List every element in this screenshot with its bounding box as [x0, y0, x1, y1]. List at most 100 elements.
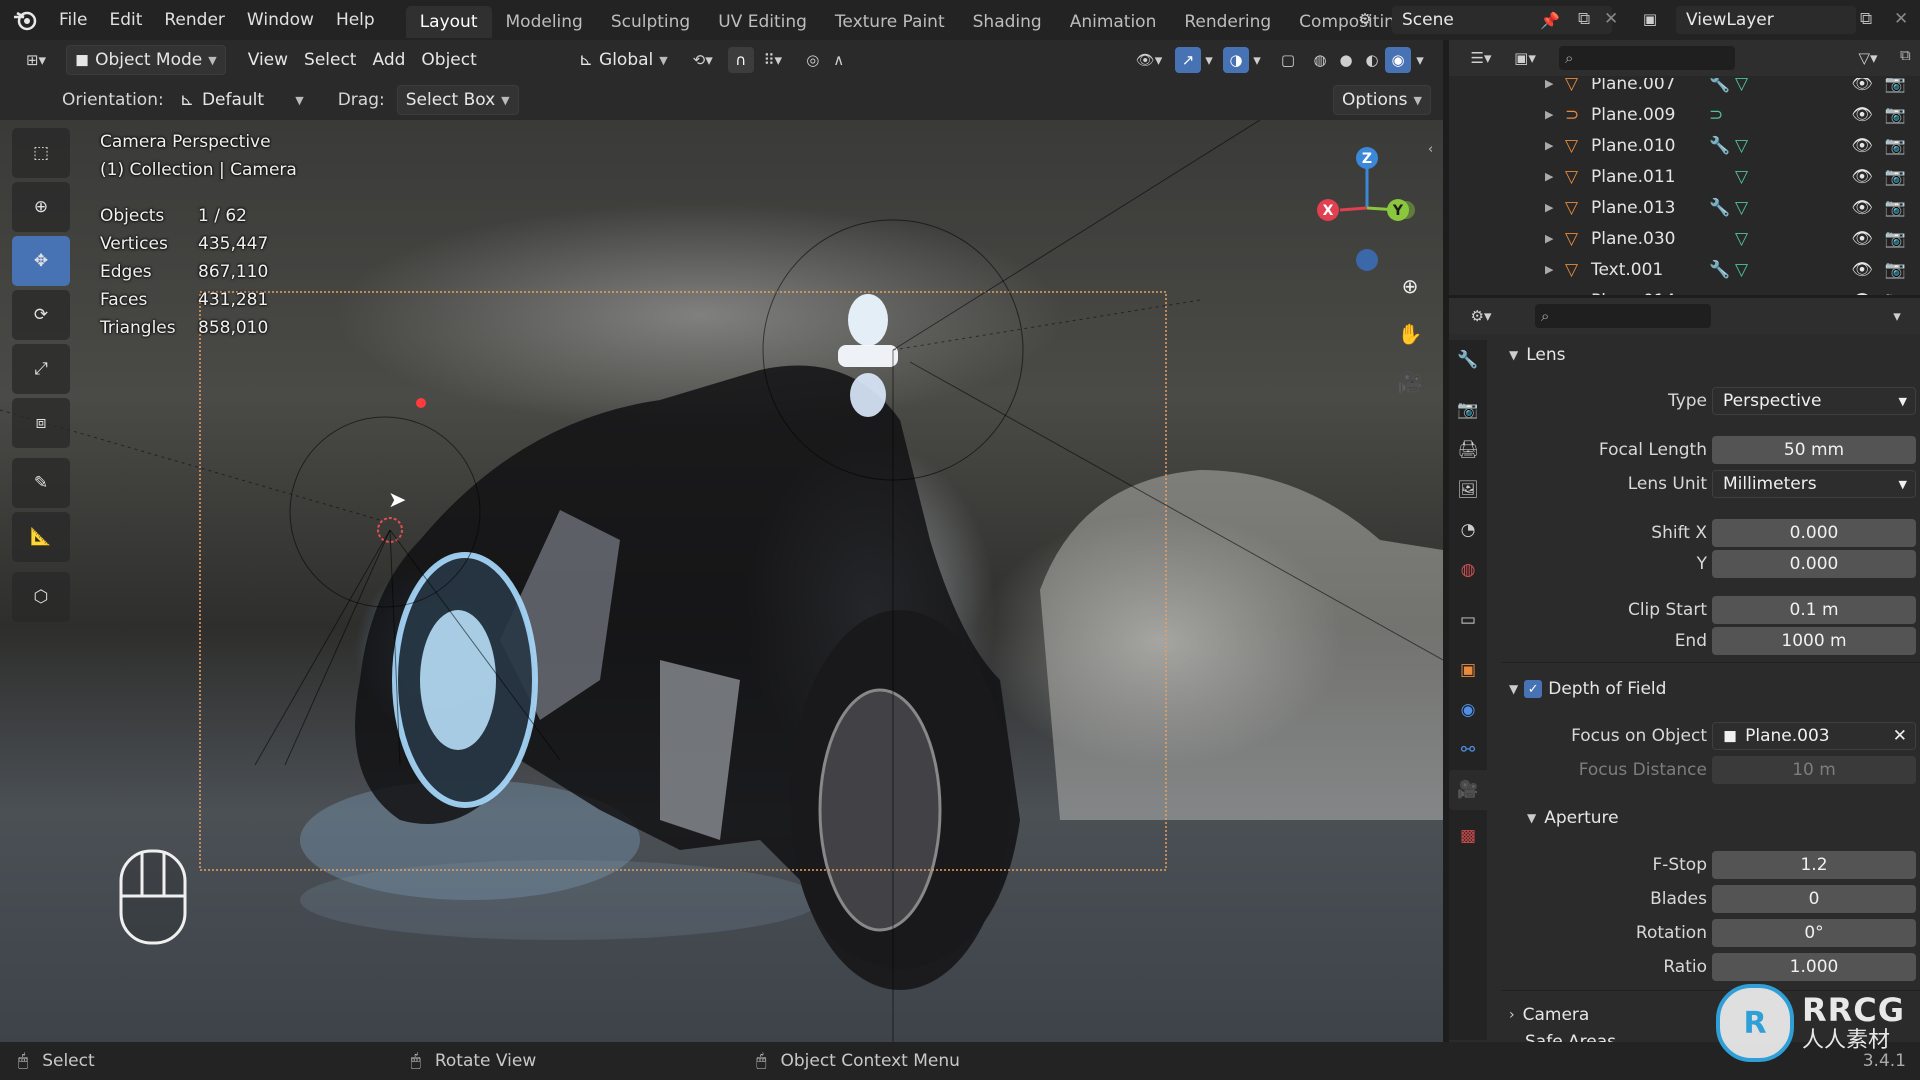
tab-modeling[interactable]: Modeling: [492, 6, 597, 38]
menu-object[interactable]: Object: [413, 46, 484, 74]
outliner-item[interactable]: ▶ ▽ Plane.030 ▽ 👁 📷: [1449, 223, 1920, 254]
modifier-wrench-icon[interactable]: 🔧: [1709, 78, 1735, 94]
solid-shading-icon[interactable]: ●: [1333, 47, 1359, 73]
eye-visibility-icon[interactable]: 👁: [1851, 229, 1873, 249]
blender-logo-icon[interactable]: [0, 0, 48, 40]
visibility-icon[interactable]: 👁▾: [1129, 47, 1169, 73]
properties-options-icon[interactable]: ▾: [1884, 303, 1910, 329]
mesh-data-icon[interactable]: ▽: [1735, 167, 1761, 187]
lens-panel-header[interactable]: ▼ Lens: [1501, 340, 1920, 370]
new-collection-icon[interactable]: ⧉: [1900, 46, 1911, 64]
tab-animation[interactable]: Animation: [1056, 6, 1171, 38]
camera-render-icon[interactable]: 📷: [1885, 105, 1906, 125]
expand-arrow-icon[interactable]: ▶: [1545, 139, 1565, 152]
blades-field[interactable]: 0: [1712, 885, 1916, 913]
tab-rendering[interactable]: Rendering: [1170, 6, 1285, 38]
camera-render-icon[interactable]: 📷: [1885, 167, 1906, 187]
curve-data-icon[interactable]: ⊃: [1709, 105, 1735, 125]
filter-icon[interactable]: ▽▾: [1850, 45, 1886, 71]
camera-data-tab-icon[interactable]: 🎥: [1449, 770, 1487, 810]
clear-icon[interactable]: ✕: [1893, 726, 1907, 746]
overlay-dropdown-icon[interactable]: ▾: [1249, 47, 1265, 73]
tab-shading[interactable]: Shading: [959, 6, 1056, 38]
outliner-item[interactable]: ▶▽Plane.014▽👁📷: [1449, 285, 1920, 296]
tab-sculpting[interactable]: Sculpting: [597, 6, 704, 38]
new-scene-icon[interactable]: ⧉: [1578, 9, 1590, 29]
object-mode-dropdown[interactable]: ◼ Object Mode ▼: [66, 45, 226, 75]
zoom-icon[interactable]: ⊕: [1394, 270, 1426, 302]
outliner-item[interactable]: ▶ ▽ Plane.007 🔧 ▽ 👁 📷: [1449, 78, 1920, 99]
focus-object-field[interactable]: ◼ Plane.003 ✕: [1712, 722, 1916, 750]
menu-edit[interactable]: Edit: [98, 0, 153, 40]
new-view-layer-icon[interactable]: ⧉: [1860, 9, 1872, 29]
dof-panel-header[interactable]: ▼ ✓ Depth of Field: [1501, 674, 1920, 704]
expand-arrow-icon[interactable]: ▶: [1545, 294, 1565, 295]
expand-arrow-icon[interactable]: ▶: [1545, 108, 1565, 121]
cursor-tool-icon[interactable]: ⊕: [12, 182, 70, 232]
gizmo-toggle-icon[interactable]: ↗: [1175, 47, 1201, 73]
constraints-tab-icon[interactable]: ⚯: [1449, 730, 1487, 770]
tab-texture-paint[interactable]: Texture Paint: [821, 6, 959, 38]
menu-select[interactable]: Select: [296, 46, 364, 74]
expand-arrow-icon[interactable]: ▶: [1545, 170, 1565, 183]
rotation-field[interactable]: 0°: [1712, 919, 1916, 947]
add-cube-tool-icon[interactable]: ⬡: [12, 572, 70, 622]
eye-visibility-icon[interactable]: 👁: [1851, 167, 1873, 187]
wireframe-shading-icon[interactable]: ◍: [1307, 47, 1333, 73]
falloff-icon[interactable]: ∧: [826, 47, 852, 73]
aperture-panel-header[interactable]: ▼ Aperture: [1519, 803, 1920, 833]
view-layer-icon[interactable]: ▣: [1637, 6, 1663, 32]
outliner-item[interactable]: ▶ ▽ Plane.013 🔧 ▽ 👁 📷: [1449, 192, 1920, 223]
scene-selector-icon[interactable]: ⚙: [1352, 6, 1378, 32]
focal-length-field[interactable]: 50 mm: [1712, 436, 1916, 464]
ratio-field[interactable]: 1.000: [1712, 953, 1916, 981]
material-shading-icon[interactable]: ◐: [1359, 47, 1385, 73]
outliner-item[interactable]: ▶ ▽ Text.001 🔧 ▽ 👁 📷: [1449, 254, 1920, 285]
tool-tab-icon[interactable]: 🔧: [1449, 340, 1487, 380]
modifier-wrench-icon[interactable]: 🔧: [1709, 136, 1735, 156]
camera-view-icon[interactable]: 🎥: [1394, 366, 1426, 398]
type-dropdown[interactable]: Perspective ▼: [1712, 387, 1916, 415]
camera-render-icon[interactable]: 📷: [1885, 198, 1906, 218]
menu-file[interactable]: File: [48, 0, 98, 40]
rotate-tool-icon[interactable]: ⟳: [12, 290, 70, 340]
annotate-tool-icon[interactable]: ✎: [12, 458, 70, 508]
eye-visibility-icon[interactable]: 👁: [1851, 260, 1873, 280]
mesh-data-icon[interactable]: ▽: [1735, 291, 1761, 296]
view-layer-field[interactable]: ViewLayer: [1676, 6, 1856, 34]
shift-x-field[interactable]: 0.000: [1712, 519, 1916, 547]
eye-visibility-icon[interactable]: 👁: [1851, 198, 1873, 218]
physics-tab-icon[interactable]: ◉: [1449, 690, 1487, 730]
mesh-data-icon[interactable]: ▽: [1735, 136, 1761, 156]
delete-scene-icon[interactable]: ✕: [1604, 9, 1618, 29]
display-mode-icon[interactable]: ☰▾: [1463, 45, 1499, 71]
proportional-edit-icon[interactable]: ◎: [800, 47, 826, 73]
outliner-item[interactable]: ▶ ▽ Plane.010 🔧 ▽ 👁 📷: [1449, 130, 1920, 161]
eye-visibility-icon[interactable]: 👁: [1851, 136, 1873, 156]
modifier-wrench-icon[interactable]: 🔧: [1709, 198, 1735, 218]
mesh-data-icon[interactable]: ▽: [1735, 198, 1761, 218]
clip-end-field[interactable]: 1000 m: [1712, 627, 1916, 655]
outliner-item[interactable]: ▶ ▽ Plane.011 ▽ 👁 📷: [1449, 161, 1920, 192]
expand-arrow-icon[interactable]: ▶: [1545, 201, 1565, 214]
outliner-item[interactable]: ▶ ⊃ Plane.009 ⊃ 👁 📷: [1449, 99, 1920, 130]
outliner-view-icon[interactable]: ▣▾: [1507, 45, 1543, 71]
expand-arrow-icon[interactable]: ▶: [1545, 232, 1565, 245]
scale-tool-icon[interactable]: ⤢: [12, 344, 70, 394]
properties-search-input[interactable]: ⌕: [1535, 304, 1711, 328]
pin-icon[interactable]: 📌: [1540, 11, 1560, 30]
eye-visibility-icon[interactable]: 👁: [1851, 291, 1873, 296]
collection-tab-icon[interactable]: ▭: [1449, 600, 1487, 640]
expand-arrow-icon[interactable]: ▶: [1545, 263, 1565, 276]
camera-render-icon[interactable]: 📷: [1885, 291, 1906, 296]
world-tab-icon[interactable]: ◍: [1449, 550, 1487, 590]
rendered-shading-icon[interactable]: ◉: [1385, 47, 1411, 73]
mesh-data-icon[interactable]: ▽: [1735, 78, 1761, 94]
view-layer-tab-icon[interactable]: 🖼: [1449, 470, 1487, 510]
orientation-dropdown[interactable]: ⊾ Default ▼: [172, 86, 312, 114]
properties-editor-type-icon[interactable]: ⚙▾: [1463, 303, 1499, 329]
outliner-search-input[interactable]: ⌕: [1559, 46, 1735, 70]
shift-y-field[interactable]: 0.000: [1712, 550, 1916, 578]
camera-render-icon[interactable]: 📷: [1885, 260, 1906, 280]
menu-add[interactable]: Add: [364, 46, 413, 74]
